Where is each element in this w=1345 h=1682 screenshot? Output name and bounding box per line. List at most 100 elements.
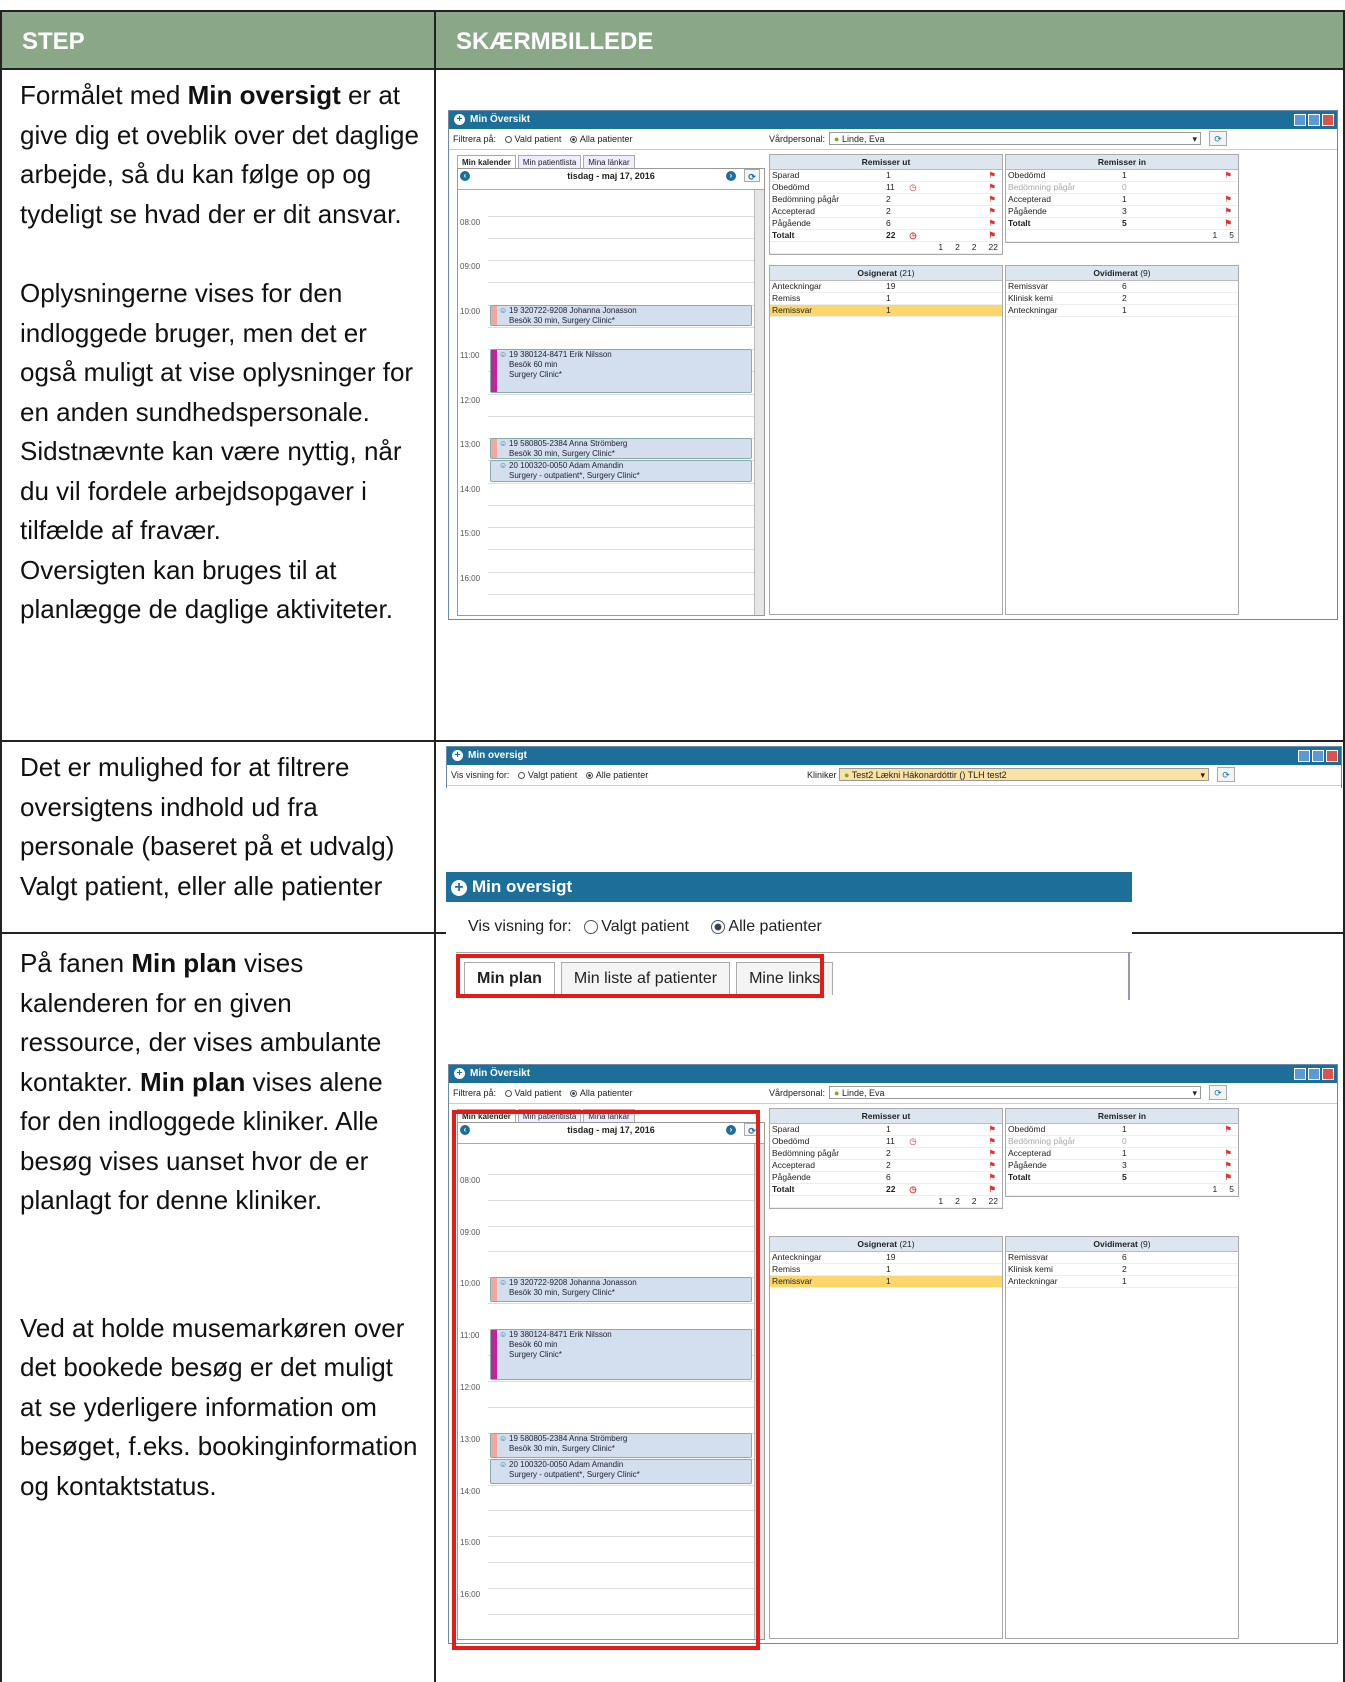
tab-mina-lankar[interactable]: Mina länkar xyxy=(583,155,635,169)
summary-row[interactable]: Bedömning pågår 2 ⚑ xyxy=(770,194,1002,206)
radio-selected-patient[interactable] xyxy=(517,772,525,780)
minimize-icon[interactable] xyxy=(1294,1068,1306,1080)
calendar-highlight-box xyxy=(452,1110,760,1650)
appointment[interactable]: ☺ 19 320722-9208 Johanna Jonasson Besök 30… xyxy=(490,304,752,326)
calendar-refresh-button[interactable]: ⟳ xyxy=(744,169,760,182)
close-icon[interactable] xyxy=(1326,750,1338,762)
person-icon: ☺ xyxy=(499,439,508,449)
summary-row-value: 1 xyxy=(886,293,891,303)
header-screenshot-label: SKÆRMBILLEDE xyxy=(456,28,654,55)
summary-row[interactable]: Totalt 22 ⚑ ◷ xyxy=(770,230,1002,242)
minimize-icon[interactable] xyxy=(1298,750,1310,762)
filter-label: Vis visning for: xyxy=(451,770,510,780)
radio-selected-patient[interactable] xyxy=(584,919,599,934)
appointment[interactable]: ☺ 19 580805-2384 Anna Strömberg Besök 30 m… xyxy=(490,438,752,460)
summary-row-value: 2 xyxy=(1122,293,1127,303)
summary-row[interactable]: Klinisk kemi 2 xyxy=(1006,293,1238,305)
summary-row-label: Remiss xyxy=(772,293,801,303)
close-icon[interactable] xyxy=(1322,114,1334,126)
overview-title: Min Översikt xyxy=(470,1068,531,1079)
tab-min-kalender[interactable]: Min kalender xyxy=(457,155,516,169)
appointment-line: Surgery - outpatient*, Surgery Clinic* xyxy=(509,471,640,481)
summary-row[interactable]: Remissvar 6 xyxy=(1006,281,1238,293)
overview-titlebar: + Min Översikt xyxy=(449,111,1337,129)
minimize-icon[interactable] xyxy=(1294,114,1306,126)
summary-row[interactable]: Accepterad 2 ⚑ xyxy=(770,206,1002,218)
appointment[interactable]: ☺ 19 380124-8471 Erik Nilsson Besök 60 min… xyxy=(490,349,752,393)
summary-row-label: Bedömning pågår xyxy=(1008,1136,1076,1146)
appointment-line: 19 580805-2384 Anna Strömberg xyxy=(509,439,628,449)
staff-select[interactable]: ● Linde, Eva ▾ xyxy=(829,132,1201,145)
tabs-highlight-box xyxy=(456,954,824,998)
summary-row[interactable]: Remissvar 1 xyxy=(770,305,1002,317)
next-day-icon[interactable]: › xyxy=(726,171,736,181)
radio-all-patients[interactable] xyxy=(569,136,577,144)
flag-icon: ⚑ xyxy=(1224,1124,1232,1134)
summary-row[interactable]: Pågående 3 ⚑ xyxy=(1006,206,1238,218)
flag-icon: ⚑ xyxy=(1224,194,1232,204)
summary-row[interactable]: Pågående 3 ⚑ xyxy=(1006,1160,1238,1172)
calendar-scrollbar[interactable] xyxy=(754,190,764,615)
summary-row-value: 5 xyxy=(1122,218,1127,228)
time-gridline xyxy=(488,326,754,328)
summary-row[interactable]: Obedömd 11 ⚑ ◷ xyxy=(770,1136,1002,1148)
summary-row[interactable]: Anteckningar 1 xyxy=(1006,1276,1238,1288)
summary-row[interactable]: Totalt 5 ⚑ xyxy=(1006,218,1238,230)
remisser-in-title: Remisser in xyxy=(1006,155,1238,170)
summary-row[interactable]: Sparad 1 ⚑ xyxy=(770,1124,1002,1136)
summary-row[interactable]: Bedömning pågår 2 ⚑ xyxy=(770,1148,1002,1160)
summary-row[interactable]: Accepterad 1 ⚑ xyxy=(1006,194,1238,206)
flag-icon: ⚑ xyxy=(988,170,996,180)
calendar: ‹ tisdag - maj 17, 2016 › ⟳ 08:00 09:00 10:00… xyxy=(457,168,765,616)
summary-row[interactable]: Obedömd 1 ⚑ xyxy=(1006,1124,1238,1136)
remisser-in-rows: Obedömd 1 ⚑ Bedömning pågår 0 Accepterad 1 ⚑ Påg… xyxy=(1006,170,1238,242)
prev-day-icon[interactable]: ‹ xyxy=(460,171,470,181)
summary-row-label: Accepterad xyxy=(1008,1148,1051,1158)
tab-min-patientlista[interactable]: Min patientlista xyxy=(517,155,582,169)
close-icon[interactable] xyxy=(1322,1068,1334,1080)
refresh-button[interactable]: ⟳ xyxy=(1209,1085,1227,1100)
summary-row[interactable]: Obedömd 11 ⚑ ◷ xyxy=(770,182,1002,194)
calendar-body: 08:00 09:00 10:00 11:00 12:00 13:00 14:00 15:00… xyxy=(458,189,764,615)
summary-row[interactable]: Pågående 6 ⚑ xyxy=(770,1172,1002,1184)
maximize-icon[interactable] xyxy=(1308,1068,1320,1080)
summary-row[interactable]: Anteckningar 19 xyxy=(770,1252,1002,1264)
radio-all-patients[interactable] xyxy=(569,1090,577,1098)
summary-row[interactable]: Totalt 22 ⚑ ◷ xyxy=(770,1184,1002,1196)
summary-row[interactable]: Accepterad 1 ⚑ xyxy=(1006,1148,1238,1160)
radio-selected-patient[interactable] xyxy=(504,136,512,144)
appointment[interactable]: ☺ 20 100320-0050 Adam Amandin Surgery - ou… xyxy=(490,460,752,482)
summary-row[interactable]: Totalt 5 ⚑ xyxy=(1006,1172,1238,1184)
clinician-select[interactable]: ● Test2 Lækni Hákonardóttir () TLH test2… xyxy=(839,768,1209,781)
remisser-in-panel: Remisser in Obedömd 1 ⚑ Bedömning pågår 0 Acc… xyxy=(1005,154,1239,243)
summary-row-label: Pågående xyxy=(1008,206,1047,216)
flag-icon: ⚑ xyxy=(1224,206,1232,216)
summary-row[interactable]: Pågående 6 ⚑ xyxy=(770,218,1002,230)
row1-paragraph-1: Formålet med Min oversigt er at give dig… xyxy=(20,80,419,229)
summary-row[interactable]: Remissvar 1 xyxy=(770,1276,1002,1288)
staff-label: Vårdpersonal: xyxy=(769,1088,826,1098)
maximize-icon[interactable] xyxy=(1308,114,1320,126)
ovidimerat-rows: Remissvar 6 Klinisk kemi 2 Anteckningar 1 xyxy=(1006,281,1238,317)
staff-select[interactable]: ● Linde, Eva ▾ xyxy=(829,1086,1201,1099)
summary-row[interactable]: Obedömd 1 ⚑ xyxy=(1006,170,1238,182)
summary-row[interactable]: Accepterad 2 ⚑ xyxy=(770,1160,1002,1172)
summary-row[interactable]: Klinisk kemi 2 xyxy=(1006,1264,1238,1276)
radio-selected-patient[interactable] xyxy=(504,1090,512,1098)
summary-row[interactable]: Remiss 1 xyxy=(770,1264,1002,1276)
row1-paragraph-3: Oversigten kan bruges til at planlægge d… xyxy=(20,554,393,625)
summary-row[interactable]: Anteckningar 1 xyxy=(1006,305,1238,317)
maximize-icon[interactable] xyxy=(1312,750,1324,762)
refresh-button[interactable]: ⟳ xyxy=(1209,131,1227,146)
summary-row[interactable]: Remissvar 6 xyxy=(1006,1252,1238,1264)
summary-row[interactable]: Anteckningar 19 xyxy=(770,281,1002,293)
summary-row[interactable]: Bedömning pågår 0 xyxy=(1006,1136,1238,1148)
radio-all-patients[interactable] xyxy=(585,772,593,780)
summary-row-value: 6 xyxy=(1122,1252,1127,1262)
radio-all-patients[interactable] xyxy=(711,919,726,934)
summary-row[interactable]: Remiss 1 xyxy=(770,293,1002,305)
summary-row[interactable]: Sparad 1 ⚑ xyxy=(770,170,1002,182)
summary-row[interactable]: Bedömning pågår 0 xyxy=(1006,182,1238,194)
time-gridline xyxy=(488,482,754,484)
refresh-button[interactable]: ⟳ xyxy=(1217,767,1235,782)
